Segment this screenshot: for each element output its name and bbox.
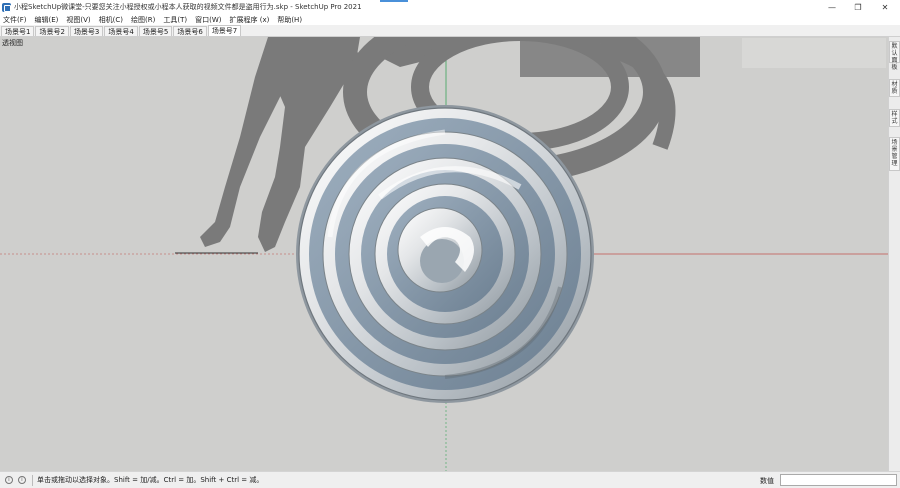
measurements-label: 数值 bbox=[760, 477, 774, 485]
view-label: 透视图 bbox=[2, 39, 23, 47]
menu-view[interactable]: 视图(V) bbox=[66, 15, 90, 25]
scene-tab-7[interactable]: 场景号7 bbox=[207, 25, 242, 36]
menu-draw[interactable]: 绘图(R) bbox=[131, 15, 155, 25]
title-bar: 小程SketchUp微课堂-只要您关注小程授权或小程本人获取的视频文件都是盗用行… bbox=[0, 0, 900, 14]
tray-tab-default[interactable]: 默认面板 bbox=[889, 41, 900, 71]
view-overlay-widget bbox=[742, 38, 886, 68]
status-divider bbox=[32, 474, 33, 486]
menu-extensions[interactable]: 扩展程序 (x) bbox=[229, 15, 269, 25]
scene-tab-6[interactable]: 场景号6 bbox=[173, 26, 207, 36]
shadow-patch bbox=[520, 37, 700, 77]
measurements-input[interactable] bbox=[780, 474, 897, 486]
scene-tab-3[interactable]: 场景号3 bbox=[69, 26, 104, 36]
right-tray: 默认面板 材质 样式 场景管理 bbox=[888, 37, 900, 471]
scene-tab-2[interactable]: 场景号2 bbox=[35, 26, 69, 36]
status-message: 单击或拖动以选择对象。Shift = 加/减。Ctrl = 加。Shift + … bbox=[37, 476, 264, 484]
menu-camera[interactable]: 相机(C) bbox=[99, 15, 123, 25]
model-viewport[interactable]: 透视图 bbox=[0, 37, 888, 471]
geo-location-icon[interactable]: i bbox=[5, 476, 13, 484]
info-icon[interactable]: i bbox=[18, 476, 26, 484]
status-bar: i i 单击或拖动以选择对象。Shift = 加/减。Ctrl = 加。Shif… bbox=[0, 471, 900, 488]
tray-tab-scenes[interactable]: 场景管理 bbox=[889, 137, 900, 171]
menu-help[interactable]: 帮助(H) bbox=[277, 15, 302, 25]
menu-bar: 文件(F) 编辑(E) 视图(V) 相机(C) 绘图(R) 工具(T) 窗口(W… bbox=[0, 14, 900, 25]
menu-file[interactable]: 文件(F) bbox=[3, 15, 27, 25]
scene-tab-5[interactable]: 场景号5 bbox=[138, 26, 173, 36]
close-button[interactable]: ✕ bbox=[870, 0, 900, 14]
scene-tab-1[interactable]: 场景号1 bbox=[1, 26, 35, 36]
window-title: 小程SketchUp微课堂-只要您关注小程授权或小程本人获取的视频文件都是盗用行… bbox=[14, 3, 362, 11]
title-accent-bar bbox=[380, 0, 408, 2]
menu-tools[interactable]: 工具(T) bbox=[163, 15, 187, 25]
scene-tab-4[interactable]: 场景号4 bbox=[104, 26, 138, 36]
restore-button[interactable]: ❐ bbox=[843, 0, 873, 14]
tray-tab-materials[interactable]: 材质 bbox=[889, 79, 900, 97]
tray-tab-styles[interactable]: 样式 bbox=[889, 109, 900, 127]
sketchup-app-icon bbox=[2, 2, 11, 12]
model-canvas[interactable] bbox=[0, 37, 888, 471]
scene-tab-bar: 场景号1 场景号2 场景号3 场景号4 场景号5 场景号6 场景号7 bbox=[0, 25, 900, 37]
menu-edit[interactable]: 编辑(E) bbox=[35, 15, 59, 25]
spiral-disc-model[interactable] bbox=[296, 105, 594, 403]
menu-window[interactable]: 窗口(W) bbox=[195, 15, 221, 25]
